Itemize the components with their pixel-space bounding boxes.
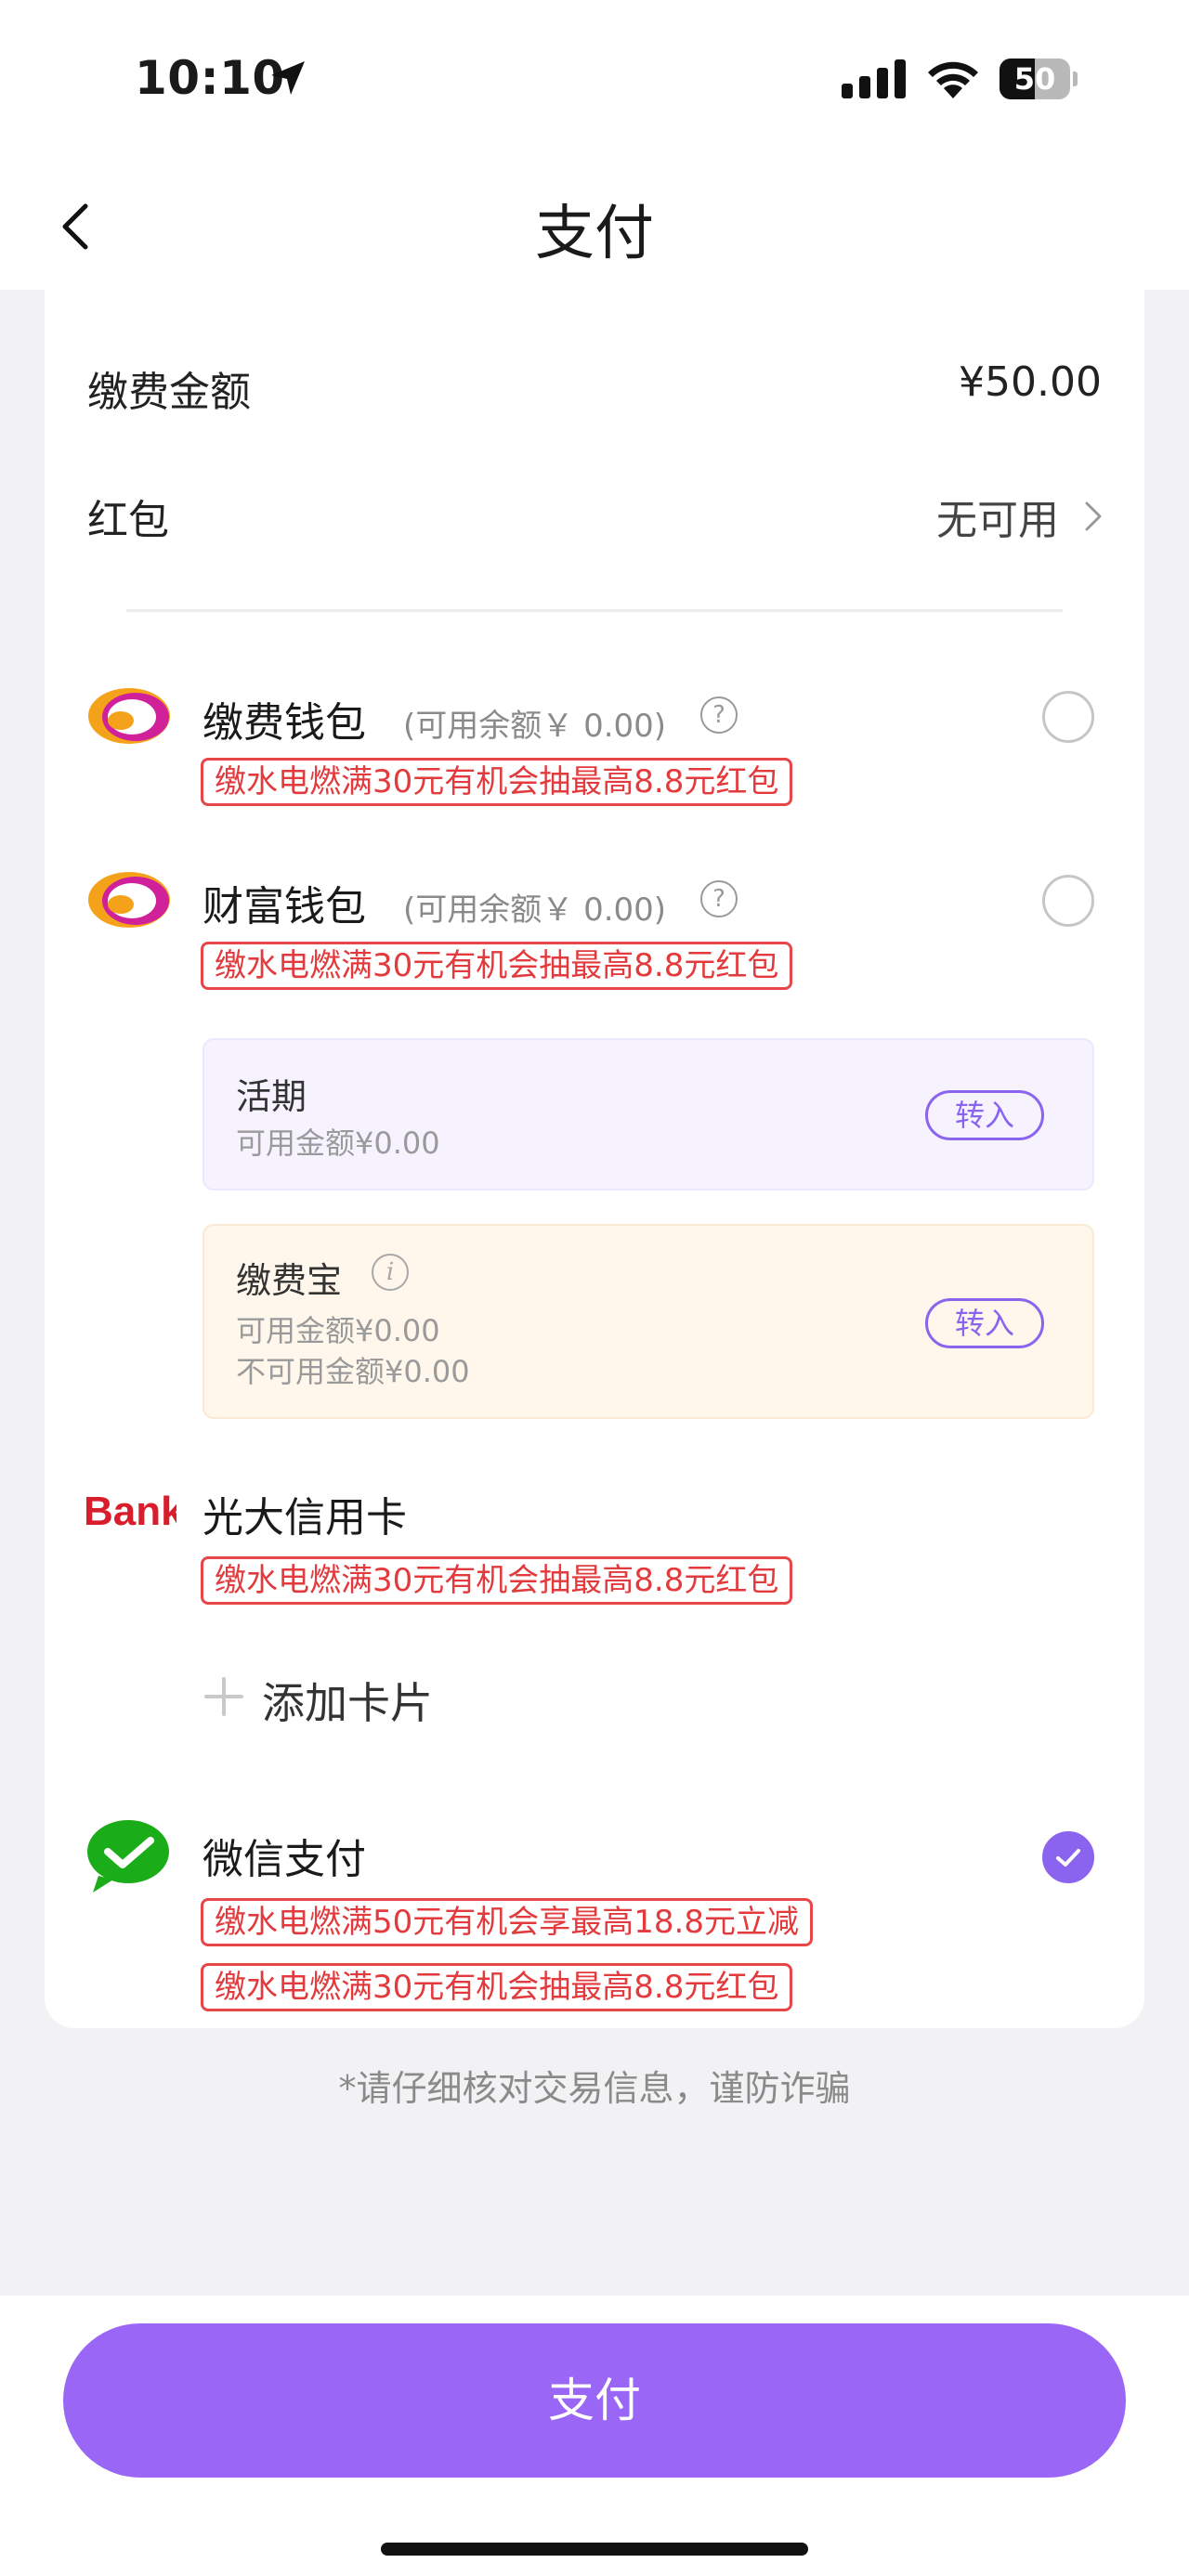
redpacket-label: 红包 bbox=[87, 497, 169, 544]
sub-account-balance: 可用金额¥0.00 bbox=[236, 1313, 440, 1348]
security-notice: *请仔细核对交易信息，谨防诈骗 bbox=[338, 2068, 851, 2109]
help-icon[interactable]: ? bbox=[700, 696, 738, 734]
divider bbox=[126, 609, 1063, 612]
sub-account-title: 缴费宝 bbox=[236, 1260, 343, 1301]
svg-text:Bank: Bank bbox=[84, 1489, 176, 1534]
redpacket-value[interactable]: 无可用 bbox=[936, 487, 1059, 546]
payment-card: 缴费金额 ¥50.00 红包 无可用 缴费钱包 (可用余额￥ 0.00) ? 缴… bbox=[45, 290, 1144, 2028]
info-icon[interactable]: i bbox=[372, 1254, 409, 1291]
method-radio-checked[interactable] bbox=[1042, 1831, 1094, 1883]
sub-account-card: 缴费宝 i 可用金额¥0.00 不可用金额¥0.00 转入 bbox=[203, 1224, 1094, 1419]
promo-tag: 缴水电燃满30元有机会抽最高8.8元红包 bbox=[201, 1963, 793, 2011]
flower-logo-icon bbox=[88, 872, 170, 928]
amount-label: 缴费金额 bbox=[87, 369, 251, 416]
bank-logo-icon: Bank bbox=[84, 1489, 176, 1534]
method-balance: (可用余额￥ 0.00) bbox=[403, 891, 667, 929]
nav-bar: 支付 bbox=[0, 158, 1189, 290]
transfer-in-button[interactable]: 转入 bbox=[925, 1298, 1044, 1348]
battery-icon: 50 bbox=[1000, 59, 1078, 99]
promo-tag: 缴水电燃满30元有机会抽最高8.8元红包 bbox=[201, 758, 793, 806]
wechat-pay-icon bbox=[87, 1820, 169, 1893]
status-time: 10:10 bbox=[135, 51, 285, 105]
sub-account-card: 活期 可用金额¥0.00 转入 bbox=[203, 1038, 1094, 1190]
method-radio[interactable] bbox=[1042, 875, 1094, 927]
sub-account-balance: 可用金额¥0.00 bbox=[236, 1125, 440, 1161]
amount-value: ¥50.00 bbox=[959, 358, 1102, 406]
plus-icon bbox=[204, 1677, 243, 1716]
method-title: 微信支付 bbox=[203, 1836, 366, 1883]
method-balance: (可用余额￥ 0.00) bbox=[403, 708, 667, 745]
help-icon[interactable]: ? bbox=[700, 880, 738, 917]
pay-button[interactable]: 支付 bbox=[63, 2323, 1126, 2478]
promo-tag: 缴水电燃满30元有机会抽最高8.8元红包 bbox=[201, 1556, 793, 1605]
sub-account-title: 活期 bbox=[236, 1076, 307, 1117]
chevron-right-icon[interactable] bbox=[1083, 500, 1104, 533]
page-title: 支付 bbox=[535, 200, 654, 268]
method-title: 财富钱包 bbox=[203, 883, 366, 930]
status-bar: 10:10 50 bbox=[0, 0, 1189, 158]
method-title: 光大信用卡 bbox=[203, 1494, 407, 1542]
wifi-icon bbox=[928, 61, 978, 98]
footer: 支付 bbox=[0, 2296, 1189, 2576]
sub-account-unavailable: 不可用金额¥0.00 bbox=[236, 1354, 470, 1389]
home-indicator bbox=[381, 2543, 808, 2556]
add-card-label: 添加卡片 bbox=[262, 1678, 433, 1728]
method-radio[interactable] bbox=[1042, 691, 1094, 743]
promo-tag: 缴水电燃满30元有机会抽最高8.8元红包 bbox=[201, 942, 793, 990]
location-arrow-icon bbox=[271, 61, 305, 95]
flower-logo-icon bbox=[88, 688, 170, 744]
promo-tag: 缴水电燃满50元有机会享最高18.8元立减 bbox=[201, 1898, 813, 1946]
transfer-in-button[interactable]: 转入 bbox=[925, 1090, 1044, 1140]
cellular-signal-icon bbox=[842, 59, 906, 98]
method-title: 缴费钱包 bbox=[203, 699, 366, 747]
checkmark-icon bbox=[1056, 1849, 1080, 1867]
